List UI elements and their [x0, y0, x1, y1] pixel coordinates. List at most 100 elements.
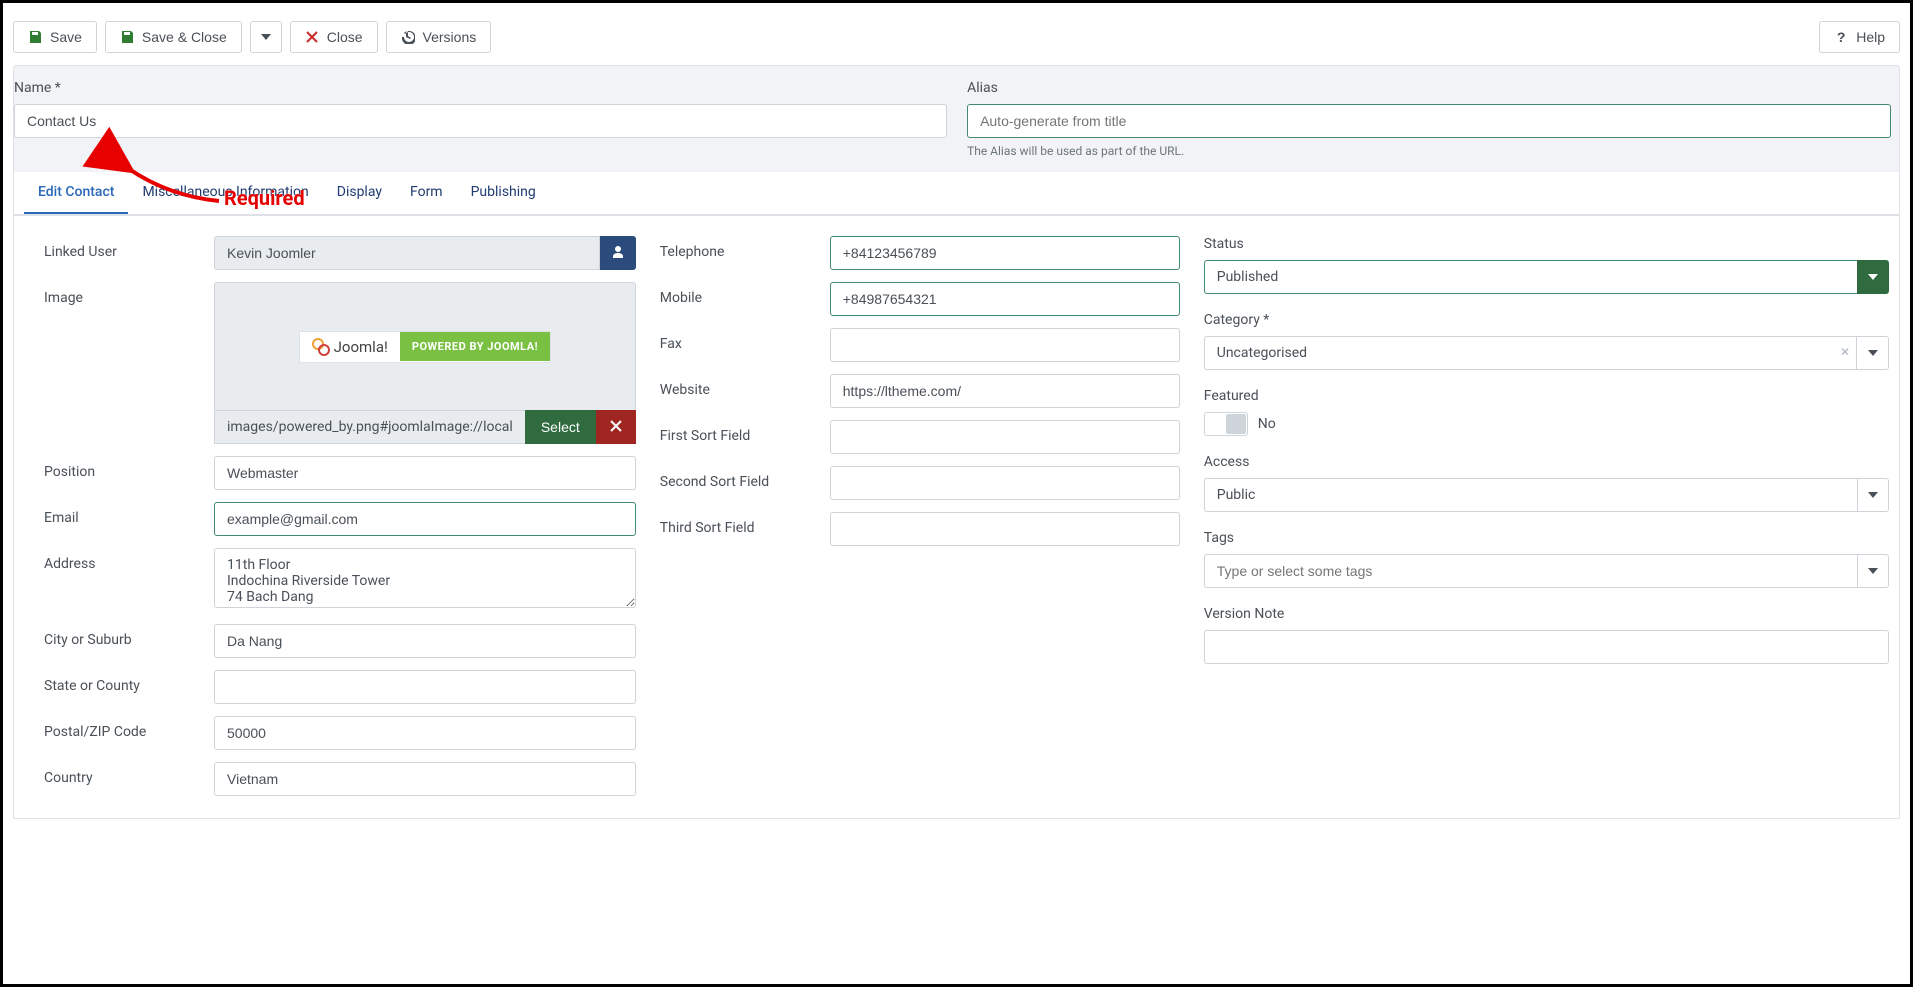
toolbar: Save Save & Close Close Versions ? Help	[13, 13, 1900, 65]
status-select[interactable]: Published	[1204, 260, 1857, 294]
tab-form[interactable]: Form	[396, 172, 457, 214]
save-button[interactable]: Save	[13, 21, 97, 53]
access-label: Access	[1204, 454, 1889, 470]
image-label: Image	[44, 282, 214, 306]
column-middle: Telephone Mobile Fax Website First Sort …	[660, 236, 1180, 808]
position-input[interactable]	[214, 456, 636, 490]
state-input[interactable]	[214, 670, 636, 704]
help-icon: ?	[1834, 30, 1848, 44]
tags-caret[interactable]	[1857, 554, 1889, 588]
access-caret[interactable]	[1857, 478, 1889, 512]
alias-hint: The Alias will be used as part of the UR…	[967, 144, 1891, 158]
image-select-button[interactable]: Select	[525, 410, 596, 444]
content: Linked User Image	[13, 216, 1900, 819]
tabs: Edit Contact Miscellaneous Information D…	[14, 172, 1899, 215]
alias-label: Alias	[967, 80, 1891, 96]
close-icon	[305, 30, 319, 44]
sort3-input[interactable]	[830, 512, 1180, 546]
save-label: Save	[50, 29, 82, 45]
joomla-badge: Joomla! POWERED BY JOOMLA!	[299, 331, 551, 363]
chevron-down-icon	[1868, 350, 1878, 356]
chevron-down-icon	[1868, 492, 1878, 498]
telephone-input[interactable]	[830, 236, 1180, 270]
close-label: Close	[327, 29, 363, 45]
linked-user-label: Linked User	[44, 236, 214, 260]
version-note-label: Version Note	[1204, 606, 1889, 622]
versions-icon	[401, 30, 415, 44]
website-input[interactable]	[830, 374, 1180, 408]
image-preview: Joomla! POWERED BY JOOMLA!	[214, 282, 636, 410]
versions-button[interactable]: Versions	[386, 21, 492, 53]
country-input[interactable]	[214, 762, 636, 796]
chevron-down-icon	[1868, 568, 1878, 574]
tab-misc-info[interactable]: Miscellaneous Information	[128, 172, 322, 214]
email-input[interactable]	[214, 502, 636, 536]
column-left: Linked User Image	[44, 236, 636, 808]
help-button[interactable]: ? Help	[1819, 21, 1900, 53]
category-select[interactable]: Uncategorised ✕	[1204, 336, 1889, 370]
chevron-down-icon	[261, 34, 271, 40]
tags-label: Tags	[1204, 530, 1889, 546]
sort2-input[interactable]	[830, 466, 1180, 500]
tab-publishing[interactable]: Publishing	[457, 172, 550, 214]
sort2-label: Second Sort Field	[660, 466, 830, 490]
header-area: Name * Alias The Alias will be used as p…	[13, 65, 1900, 216]
joomla-logo: Joomla!	[300, 332, 400, 362]
save-close-button[interactable]: Save & Close	[105, 21, 242, 53]
featured-toggle[interactable]	[1204, 412, 1248, 436]
address-label: Address	[44, 548, 214, 572]
featured-text: No	[1258, 416, 1276, 432]
fax-input[interactable]	[830, 328, 1180, 362]
tags-input[interactable]	[1204, 554, 1857, 588]
user-icon	[611, 245, 625, 262]
category-value: Uncategorised	[1205, 337, 1834, 369]
status-label: Status	[1204, 236, 1889, 252]
linked-user-input[interactable]	[214, 236, 600, 270]
mobile-label: Mobile	[660, 282, 830, 306]
state-label: State or County	[44, 670, 214, 694]
city-label: City or Suburb	[44, 624, 214, 648]
category-label: Category *	[1204, 312, 1889, 328]
joomla-powered-text: POWERED BY JOOMLA!	[400, 332, 550, 361]
joomla-icon	[312, 338, 330, 356]
status-caret[interactable]	[1857, 260, 1889, 294]
save-dropdown-button[interactable]	[250, 21, 282, 53]
save-close-label: Save & Close	[142, 29, 227, 45]
access-select[interactable]: Public	[1204, 478, 1857, 512]
linked-user-select-button[interactable]	[600, 236, 636, 270]
fax-label: Fax	[660, 328, 830, 352]
version-note-input[interactable]	[1204, 630, 1889, 664]
category-clear-icon[interactable]: ✕	[1834, 337, 1856, 369]
save-icon	[28, 30, 42, 44]
address-textarea[interactable]	[214, 548, 636, 608]
sort3-label: Third Sort Field	[660, 512, 830, 536]
telephone-label: Telephone	[660, 236, 830, 260]
tab-display[interactable]: Display	[323, 172, 396, 214]
name-label: Name *	[14, 80, 947, 96]
column-right: Status Published Category * Uncategorise…	[1204, 236, 1889, 808]
help-label: Help	[1856, 29, 1885, 45]
sort1-input[interactable]	[830, 420, 1180, 454]
mobile-input[interactable]	[830, 282, 1180, 316]
image-path-input[interactable]: images/powered_by.png#joomlaImage://loca…	[214, 410, 525, 444]
country-label: Country	[44, 762, 214, 786]
featured-label: Featured	[1204, 388, 1889, 404]
alias-input[interactable]	[967, 104, 1891, 138]
postal-input[interactable]	[214, 716, 636, 750]
close-button[interactable]: Close	[290, 21, 378, 53]
category-caret[interactable]	[1856, 337, 1888, 369]
city-input[interactable]	[214, 624, 636, 658]
tab-edit-contact[interactable]: Edit Contact	[24, 172, 128, 214]
joomla-text: Joomla!	[334, 338, 388, 356]
close-icon	[610, 419, 622, 435]
save-icon	[120, 30, 134, 44]
chevron-down-icon	[1868, 274, 1878, 280]
postal-label: Postal/ZIP Code	[44, 716, 214, 740]
versions-label: Versions	[423, 29, 477, 45]
name-input[interactable]	[14, 104, 947, 138]
position-label: Position	[44, 456, 214, 480]
email-label: Email	[44, 502, 214, 526]
website-label: Website	[660, 374, 830, 398]
sort1-label: First Sort Field	[660, 420, 830, 444]
image-clear-button[interactable]	[596, 410, 636, 444]
